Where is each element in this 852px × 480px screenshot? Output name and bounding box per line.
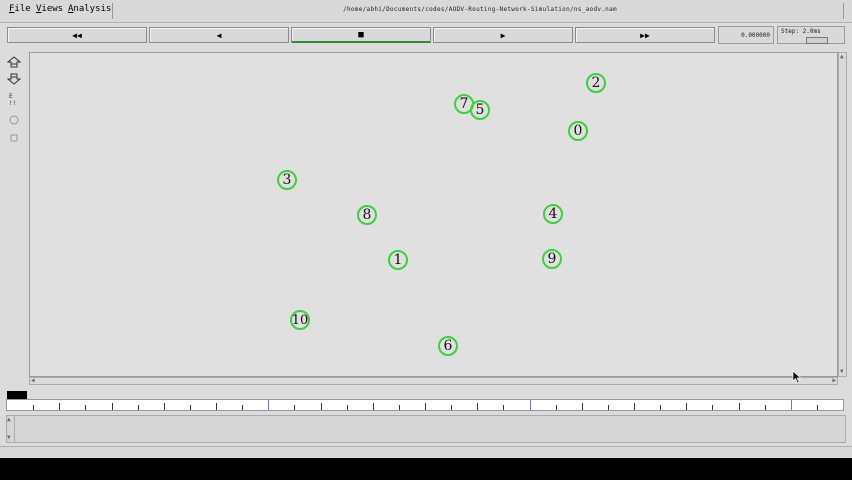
- vertical-scrollbar[interactable]: ▲ ▼: [838, 52, 847, 377]
- timeline-tick: [190, 405, 191, 410]
- left-toolbar: E!!: [6, 54, 24, 154]
- menu-separator-right: [843, 3, 844, 19]
- timeline-tick: [59, 403, 60, 410]
- link-tool-icon[interactable]: [7, 132, 21, 146]
- menu-views[interactable]: Views: [36, 4, 63, 14]
- menu-bar: File Views Analysis /home/abhi/Documents…: [0, 0, 852, 23]
- rewind-icon: ◀◀: [72, 30, 82, 40]
- rewind-button[interactable]: ◀◀: [7, 27, 147, 43]
- timeline-tick: [373, 403, 374, 410]
- timeline-tick: [660, 405, 661, 410]
- play-icon: ▶: [500, 30, 506, 40]
- timeline-tick: [425, 403, 426, 410]
- timeline-tick: [164, 403, 165, 410]
- step-back-icon: ◀: [216, 30, 222, 40]
- monitor-scroll-down-icon[interactable]: ▼: [7, 435, 11, 441]
- timeline-tick: [347, 405, 348, 410]
- timeline-tick: [739, 403, 740, 410]
- timeline-tick: [634, 403, 635, 410]
- timeline-tick: [582, 403, 583, 410]
- timeline-marker: [7, 391, 27, 399]
- step-label: Step: 2.0ms: [781, 28, 821, 35]
- node-4[interactable]: 4: [543, 204, 563, 224]
- timeline-tick: [608, 405, 609, 410]
- monitor-panel: [6, 415, 846, 443]
- timeline-tick: [268, 400, 269, 410]
- timeline-tick: [33, 405, 34, 410]
- step-control[interactable]: Step: 2.0ms: [777, 26, 845, 44]
- timeline-tick: [503, 405, 504, 410]
- menu-separator: [112, 3, 113, 19]
- timeline-tick: [712, 405, 713, 410]
- window-title: /home/abhi/Documents/codes/AODV-Routing-…: [343, 6, 617, 13]
- timeline-tick: [294, 405, 295, 410]
- menu-analysis[interactable]: Analysis: [68, 4, 111, 14]
- fast-forward-icon: ▶▶: [640, 30, 650, 40]
- stop-icon: ■: [358, 30, 364, 40]
- node-9-label: 9: [547, 251, 557, 267]
- node-8[interactable]: 8: [357, 205, 377, 225]
- node-3[interactable]: 3: [277, 170, 297, 190]
- node-5-label: 5: [475, 102, 485, 118]
- timeline-tick: [85, 405, 86, 410]
- node-2[interactable]: 2: [586, 73, 606, 93]
- node-10[interactable]: 10: [290, 310, 310, 330]
- node-0-label: 0: [573, 123, 583, 139]
- node-10-label: 10: [291, 312, 309, 328]
- node-6-label: 6: [443, 338, 453, 354]
- nam-window: File Views Analysis /home/abhi/Documents…: [0, 0, 852, 458]
- timeline-tick: [138, 405, 139, 410]
- menu-file[interactable]: File: [9, 4, 31, 14]
- status-strip: [0, 446, 852, 458]
- timeline-slider[interactable]: [6, 399, 844, 411]
- scroll-left-icon[interactable]: ◀: [31, 378, 35, 384]
- timeline-tick: [791, 400, 792, 410]
- node-6[interactable]: 6: [438, 336, 458, 356]
- node-1-label: 1: [393, 252, 403, 268]
- timeline-tick: [686, 403, 687, 410]
- svg-text:E: E: [9, 93, 13, 100]
- monitor-scroll-up-icon[interactable]: ▲: [7, 417, 11, 423]
- timeline-tick: [530, 400, 531, 410]
- node-0[interactable]: 0: [568, 121, 588, 141]
- scroll-up-icon[interactable]: ▲: [840, 54, 844, 60]
- node-2-label: 2: [591, 75, 601, 91]
- horizontal-scrollbar[interactable]: ◀ ▶: [29, 377, 838, 385]
- timeline-tick: [817, 405, 818, 410]
- timeline-tick: [321, 403, 322, 410]
- step-back-button[interactable]: ◀: [149, 27, 289, 43]
- node-9[interactable]: 9: [542, 249, 562, 269]
- timeline-tick: [242, 405, 243, 410]
- edit-icon[interactable]: E!!: [7, 92, 21, 107]
- zoom-out-icon[interactable]: [6, 73, 22, 87]
- timeline-tick: [477, 403, 478, 410]
- scroll-down-icon[interactable]: ▼: [840, 369, 844, 375]
- zoom-in-icon[interactable]: [6, 56, 22, 70]
- monitor-scrollbar[interactable]: ▲ ▼: [6, 416, 15, 442]
- svg-text:!!: !!: [9, 100, 16, 106]
- time-readout: 0.000000: [718, 26, 774, 44]
- timeline-tick: [556, 405, 557, 410]
- scroll-right-icon[interactable]: ▶: [832, 378, 836, 384]
- node-4-label: 4: [548, 206, 558, 222]
- active-indicator: [292, 41, 430, 43]
- timeline-tick: [399, 405, 400, 410]
- fast-forward-button[interactable]: ▶▶: [575, 27, 715, 43]
- timeline-tick: [216, 403, 217, 410]
- timeline-tick: [765, 405, 766, 410]
- timeline-tick: [112, 403, 113, 410]
- play-button[interactable]: ▶: [433, 27, 573, 43]
- node-7-label: 7: [459, 96, 469, 112]
- node-3-label: 3: [282, 172, 292, 188]
- timeline-tick: [451, 405, 452, 410]
- step-slider[interactable]: [806, 37, 828, 44]
- node-tool-icon[interactable]: [7, 114, 21, 128]
- node-8-label: 8: [362, 207, 372, 223]
- network-canvas[interactable]: [29, 52, 838, 377]
- node-7[interactable]: 7: [454, 94, 474, 114]
- node-1[interactable]: 1: [388, 250, 408, 270]
